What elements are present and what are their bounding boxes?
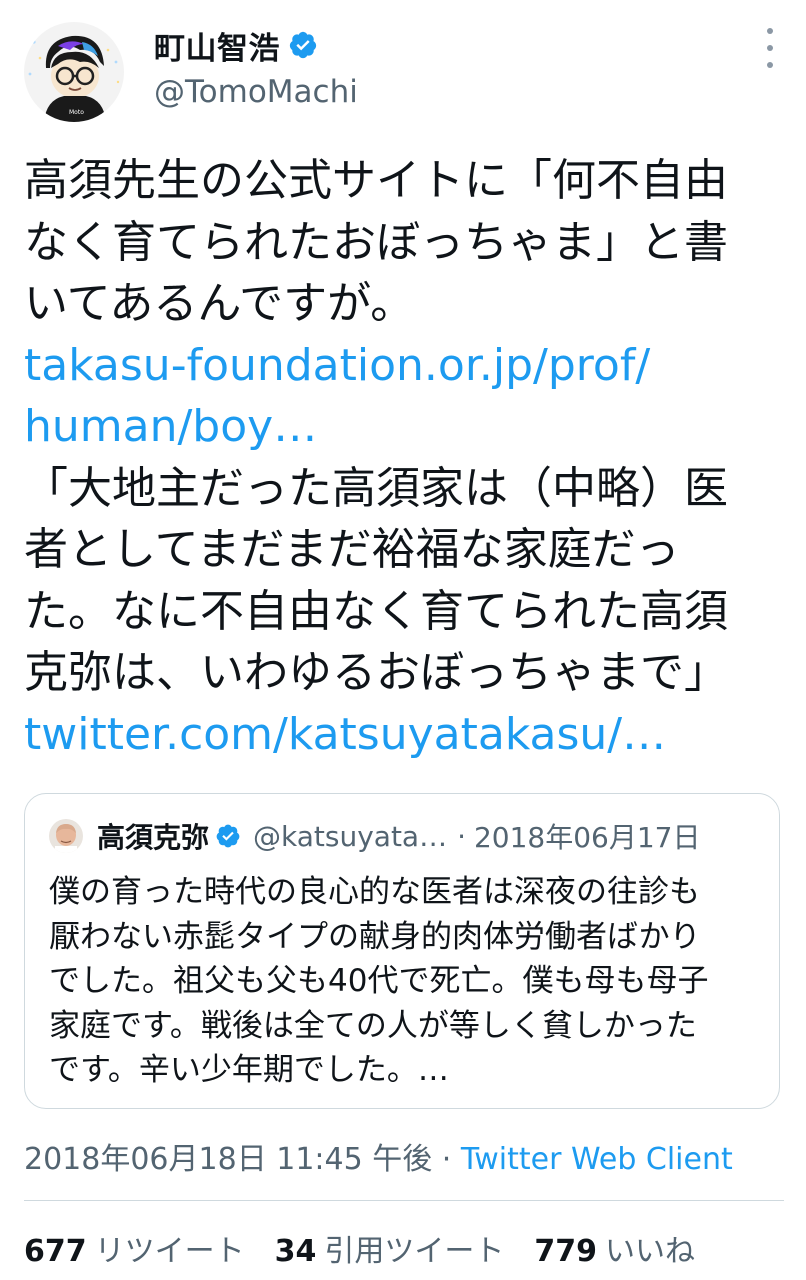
quoted-tweet-card[interactable]: 高須克弥 @katsuyata… · 2018年06月17日 僕の育った時代の良… bbox=[24, 793, 780, 1109]
like-label: いいね bbox=[605, 1234, 695, 1269]
tweet-header: Moto 町山智浩 @TomoMachi bbox=[24, 18, 784, 122]
tweet-text-line: 克弥は、いわゆるおぼっちゃまで」 bbox=[24, 647, 728, 698]
tweet-link-takasu-foundation-cont[interactable]: human/boy… bbox=[24, 396, 784, 458]
quoted-tweet-header: 高須克弥 @katsuyata… · 2018年06月17日 bbox=[49, 818, 701, 854]
tweet-client-link[interactable]: Twitter Web Client bbox=[461, 1142, 733, 1177]
verified-badge-icon bbox=[289, 31, 317, 59]
author-handle[interactable]: @TomoMachi bbox=[154, 74, 358, 110]
quoted-text-line: でした。祖父も父も40代で死亡。僕も母も母子 bbox=[49, 963, 709, 999]
quoted-text-line: です。辛い少年期でした。… bbox=[49, 1052, 449, 1088]
retweet-count: 677 bbox=[24, 1234, 87, 1269]
tweet-timestamp[interactable]: 2018年06月18日 11:45 午後 bbox=[24, 1142, 432, 1177]
author-avatar[interactable]: Moto bbox=[24, 22, 124, 122]
quoted-tweet-date: 2018年06月17日 bbox=[473, 821, 701, 854]
author-display-name[interactable]: 町山智浩 bbox=[154, 23, 280, 68]
like-count-stat[interactable]: 779 いいね bbox=[534, 1226, 695, 1270]
retweet-label: リツイート bbox=[94, 1234, 245, 1269]
tweet-link-takasu-foundation[interactable]: takasu-foundation.or.jp/prof/ bbox=[24, 335, 784, 397]
quoted-text-line: 厭わない赤髭タイプの献身的肉体労働者ばかり bbox=[49, 918, 701, 955]
tweet-text-line: 高須先生の公式サイトに「何不自由 bbox=[24, 155, 728, 206]
tweet-link-twitter[interactable]: twitter.com/katsuyatakasu/… bbox=[24, 704, 784, 766]
divider bbox=[24, 1200, 784, 1201]
tweet-text-line: 「大地主だった高須家は（中略）医 bbox=[24, 462, 728, 514]
retweet-count-stat[interactable]: 677 リツイート bbox=[24, 1226, 245, 1270]
tweet-text-line: いてあるんですが。 bbox=[24, 278, 415, 329]
tweet-meta: 2018年06月18日 11:45 午後 · Twitter Web Clien… bbox=[24, 1134, 733, 1178]
meta-separator: · bbox=[441, 1142, 452, 1177]
quoted-tweet-text: 僕の育った時代の良心的な医者は深夜の往診も 厭わない赤髭タイプの献身的肉体労働者… bbox=[49, 870, 759, 1093]
author-name-row: 町山智浩 bbox=[154, 23, 318, 68]
tweet-detail: Moto 町山智浩 @TomoMachi 高須先生の公式サイトに「何不自由 なく… bbox=[0, 0, 806, 1280]
tweet-stats: 677 リツイート 34 引用ツイート 779 いいね bbox=[24, 1226, 725, 1270]
like-count: 779 bbox=[534, 1234, 597, 1269]
quote-label: 引用ツイート bbox=[324, 1234, 505, 1269]
quoted-author-display-name: 高須克弥 bbox=[97, 821, 210, 854]
tweet-text-line: た。なに不自由なく育てられた高須 bbox=[24, 585, 728, 637]
quoted-text-line: 家庭です。戦後は全ての人が等しく貧しかった bbox=[49, 1007, 697, 1044]
quoted-text-line: 僕の育った時代の良心的な医者は深夜の往診も bbox=[49, 874, 700, 910]
tweet-text: 高須先生の公式サイトに「何不自由 なく育てられたおぼっちゃま」と書 いてあるんで… bbox=[24, 150, 784, 765]
quoted-author-avatar bbox=[49, 819, 83, 853]
quoted-header-separator: · bbox=[457, 819, 466, 853]
more-vertical-icon[interactable] bbox=[764, 28, 776, 68]
quoted-author-handle: @katsuyata… bbox=[253, 819, 448, 853]
quote-count: 34 bbox=[274, 1234, 317, 1269]
tweet-text-line: なく育てられたおぼっちゃま」と書 bbox=[24, 216, 728, 268]
tweet-text-line: 者としてまだまだ裕福な家庭だっ bbox=[24, 524, 680, 575]
verified-badge-icon bbox=[216, 824, 240, 848]
quote-count-stat[interactable]: 34 引用ツイート bbox=[275, 1226, 505, 1270]
avatar-shirt-text: Moto bbox=[69, 109, 84, 116]
